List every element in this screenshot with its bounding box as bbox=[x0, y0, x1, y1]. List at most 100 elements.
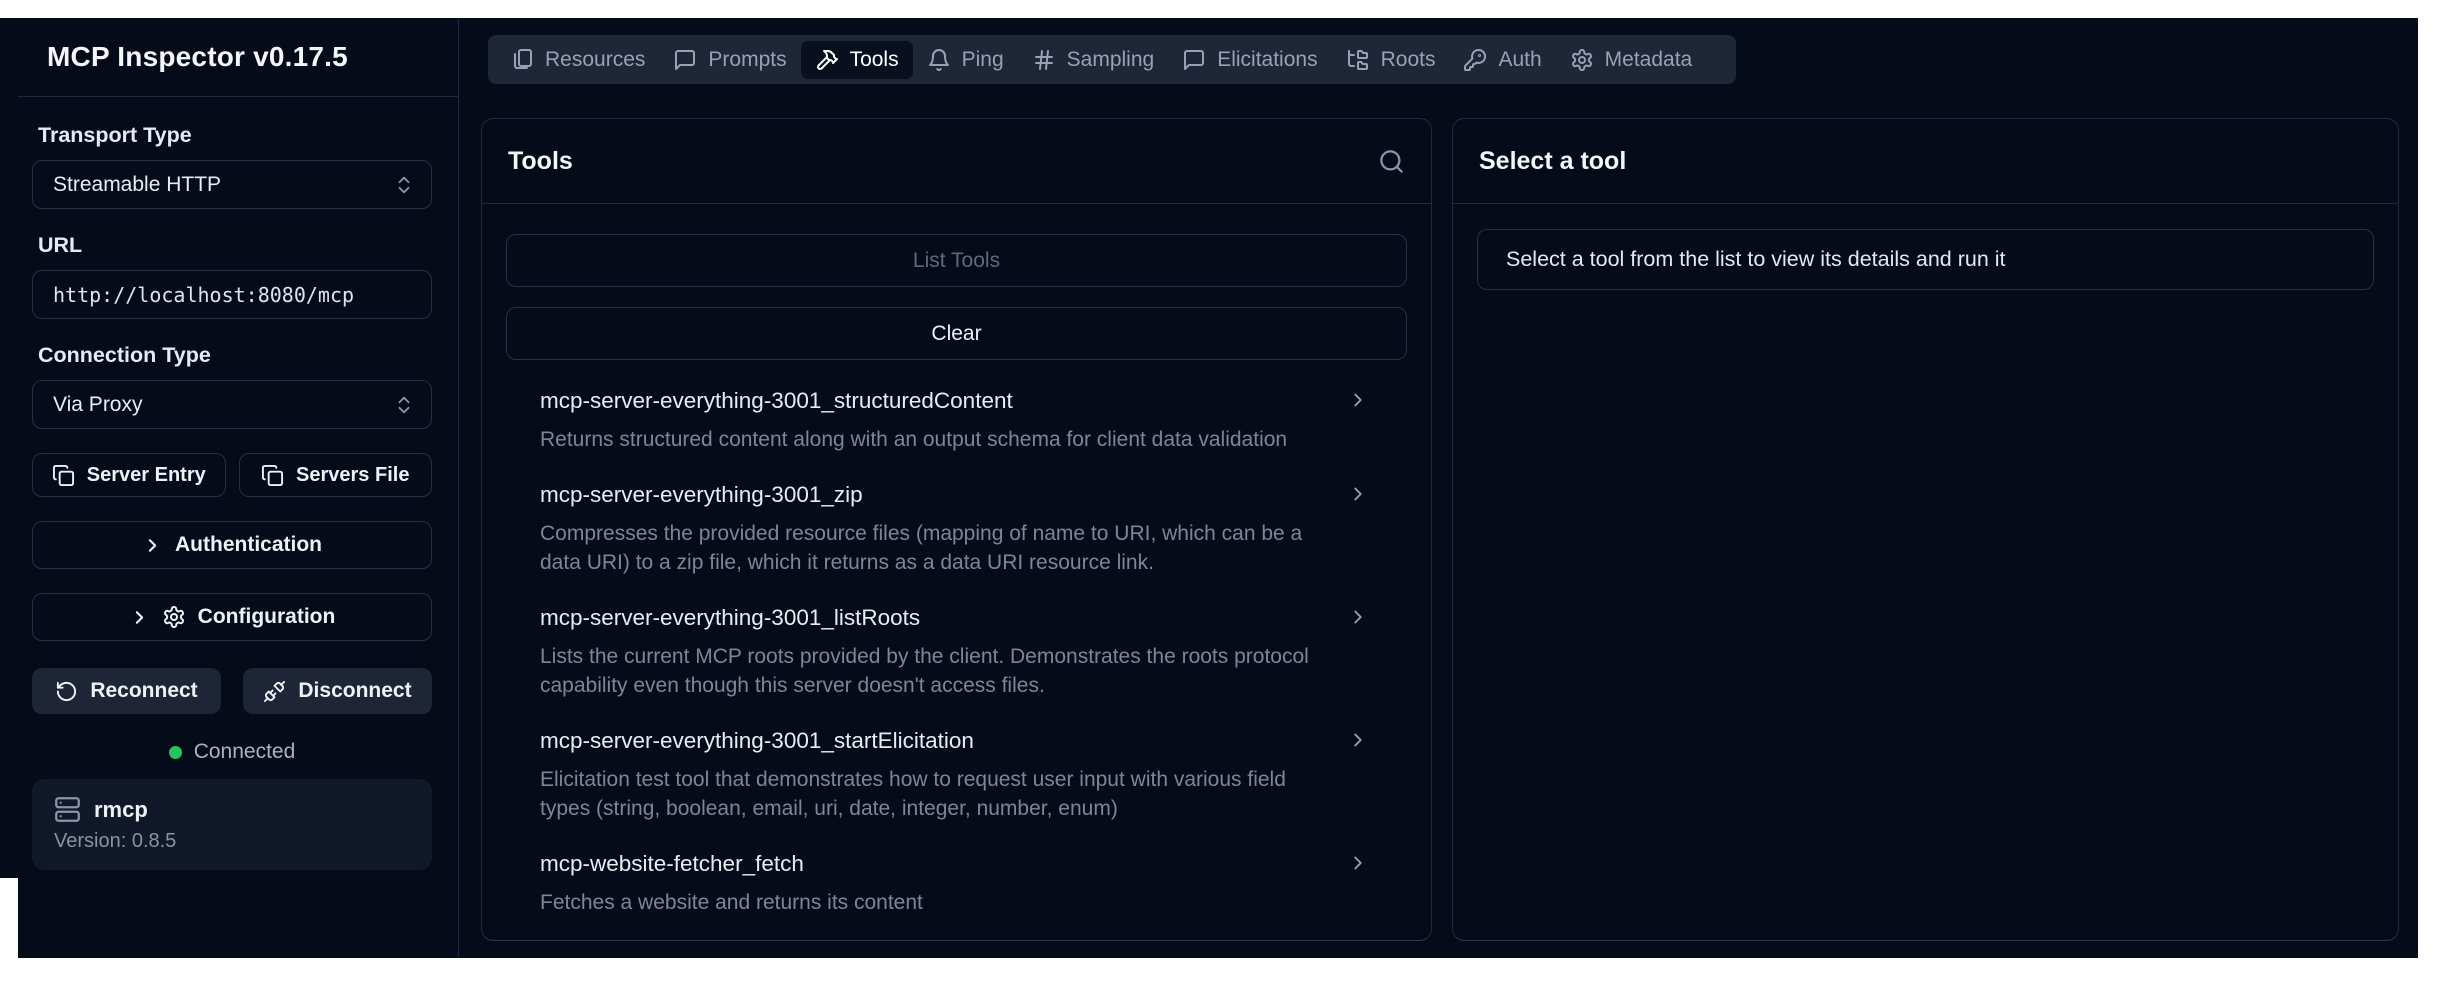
connection-buttons-row: Reconnect Disconnect bbox=[32, 668, 432, 714]
unplug-icon bbox=[263, 680, 286, 703]
app-window: MCP Inspector v0.17.5 Transport Type Str… bbox=[18, 18, 2418, 958]
tool-name: mcp-server-everything-3001_structuredCon… bbox=[540, 386, 1287, 416]
hammer-icon bbox=[815, 48, 839, 72]
tab-label: Ping bbox=[962, 48, 1004, 72]
transport-type-label: Transport Type bbox=[38, 123, 432, 148]
url-input[interactable]: http://localhost:8080/mcp bbox=[32, 270, 432, 319]
connection-type-value: Via Proxy bbox=[53, 393, 143, 417]
tool-detail-panel: Select a tool Select a tool from the lis… bbox=[1452, 118, 2399, 941]
tool-detail-body: Select a tool from the list to view its … bbox=[1453, 204, 2398, 315]
url-value: http://localhost:8080/mcp bbox=[53, 283, 354, 307]
tab-sampling[interactable]: Sampling bbox=[1018, 41, 1169, 79]
server-icon bbox=[54, 796, 81, 823]
tool-list-item[interactable]: mcp-server-everything-3001_listRoots List… bbox=[506, 577, 1407, 700]
sidebar-body: Transport Type Streamable HTTP URL http:… bbox=[18, 97, 458, 958]
search-icon[interactable] bbox=[1378, 148, 1405, 175]
server-entry-button[interactable]: Server Entry bbox=[32, 453, 226, 497]
connection-status: Connected bbox=[32, 740, 432, 764]
gear-icon bbox=[162, 605, 186, 629]
tool-list-item[interactable]: mcp-server-everything-3001_zipCompresses… bbox=[506, 454, 1407, 577]
status-text: Connected bbox=[194, 740, 296, 764]
tab-resources[interactable]: Resources bbox=[496, 41, 659, 79]
tab-label: Tools bbox=[850, 48, 899, 72]
tab-ping[interactable]: Ping bbox=[913, 41, 1018, 79]
chevrons-up-down-icon bbox=[393, 394, 415, 416]
disconnect-label: Disconnect bbox=[298, 679, 411, 703]
tool-description: Returns structured content along with an… bbox=[540, 425, 1287, 454]
tool-item-text: mcp-website-fetcher_fetchFetches a websi… bbox=[540, 849, 923, 917]
tool-name: mcp-server-everything-3001_zip bbox=[540, 480, 1340, 510]
window-edge bbox=[0, 18, 18, 878]
tab-bar: Resources Prompts Tools Ping Sampling Elicita… bbox=[488, 35, 1736, 84]
status-dot bbox=[169, 746, 182, 759]
folder-tree-icon bbox=[1346, 48, 1370, 72]
tool-name: mcp-server-everything-3001_startElicitat… bbox=[540, 726, 1340, 756]
url-label: URL bbox=[38, 233, 432, 258]
entry-buttons-row: Server Entry Servers File bbox=[32, 453, 432, 497]
transport-type-select[interactable]: Streamable HTTP bbox=[32, 160, 432, 209]
list-tools-button[interactable]: List Tools bbox=[506, 234, 1407, 287]
chevron-right-icon bbox=[129, 607, 150, 628]
tools-panel-header: Tools bbox=[482, 119, 1431, 204]
tool-detail-title: Select a tool bbox=[1479, 147, 1626, 176]
tool-name: mcp-server-everything-3001_listRoots bbox=[540, 603, 1340, 633]
servers-file-button[interactable]: Servers File bbox=[239, 453, 433, 497]
hash-icon bbox=[1032, 48, 1056, 72]
tab-metadata[interactable]: Metadata bbox=[1556, 41, 1707, 79]
disconnect-button[interactable]: Disconnect bbox=[243, 668, 432, 714]
connection-type-select[interactable]: Via Proxy bbox=[32, 380, 432, 429]
message-square-icon bbox=[673, 48, 697, 72]
tab-label: Resources bbox=[545, 48, 645, 72]
transport-type-value: Streamable HTTP bbox=[53, 173, 221, 197]
clear-button[interactable]: Clear bbox=[506, 307, 1407, 360]
message-square-icon bbox=[1182, 48, 1206, 72]
files-icon bbox=[510, 48, 534, 72]
tool-list-item[interactable]: mcp-server-everything-3001_structuredCon… bbox=[506, 360, 1407, 454]
tab-auth[interactable]: Auth bbox=[1449, 41, 1555, 79]
tab-tools[interactable]: Tools bbox=[801, 41, 913, 79]
copy-icon bbox=[261, 464, 284, 487]
tools-panel-body: List Tools Clear mcp-server-everything-3… bbox=[482, 204, 1431, 940]
tab-roots[interactable]: Roots bbox=[1332, 41, 1450, 79]
servers-file-label: Servers File bbox=[296, 464, 409, 487]
server-version: Version: 0.8.5 bbox=[54, 830, 410, 853]
tool-item-text: mcp-server-everything-3001_zipCompresses… bbox=[540, 480, 1340, 577]
tab-label: Roots bbox=[1381, 48, 1436, 72]
chevron-right-icon bbox=[142, 535, 163, 556]
tab-elicitations[interactable]: Elicitations bbox=[1168, 41, 1331, 79]
tab-label: Auth bbox=[1498, 48, 1541, 72]
tool-detail-placeholder: Select a tool from the list to view its … bbox=[1477, 229, 2374, 290]
authentication-label: Authentication bbox=[175, 533, 322, 557]
chevron-right-icon bbox=[1347, 483, 1369, 505]
key-icon bbox=[1463, 48, 1487, 72]
reconnect-label: Reconnect bbox=[90, 679, 197, 703]
rotate-ccw-icon bbox=[55, 680, 78, 703]
tool-item-text: mcp-server-everything-3001_startElicitat… bbox=[540, 726, 1340, 823]
main-area: Resources Prompts Tools Ping Sampling Elicita… bbox=[459, 18, 2418, 958]
reconnect-button[interactable]: Reconnect bbox=[32, 668, 221, 714]
tool-list-item[interactable]: mcp-server-everything-3001_startElicitat… bbox=[506, 700, 1407, 823]
server-entry-label: Server Entry bbox=[87, 464, 206, 487]
tools-panel: Tools List Tools Clear mcp-server-everyt… bbox=[481, 118, 1432, 941]
server-info-card: rmcp Version: 0.8.5 bbox=[32, 779, 432, 870]
tab-prompts[interactable]: Prompts bbox=[659, 41, 800, 79]
gear-icon bbox=[1570, 48, 1594, 72]
configuration-toggle[interactable]: Configuration bbox=[32, 593, 432, 641]
tool-item-text: mcp-server-everything-3001_listRoots List… bbox=[540, 603, 1340, 700]
chevron-right-icon bbox=[1347, 389, 1369, 411]
tools-panel-title: Tools bbox=[508, 147, 573, 176]
tab-label: Metadata bbox=[1605, 48, 1693, 72]
tool-detail-header: Select a tool bbox=[1453, 119, 2398, 204]
tool-description: Lists the current MCP roots provided by … bbox=[540, 642, 1340, 700]
content-cards: Tools List Tools Clear mcp-server-everyt… bbox=[481, 118, 2399, 941]
authentication-toggle[interactable]: Authentication bbox=[32, 521, 432, 569]
tab-label: Elicitations bbox=[1217, 48, 1317, 72]
chevrons-up-down-icon bbox=[393, 174, 415, 196]
tab-label: Sampling bbox=[1067, 48, 1155, 72]
server-name: rmcp bbox=[94, 797, 148, 823]
tool-list-item[interactable]: mcp-website-fetcher_fetchFetches a websi… bbox=[506, 823, 1407, 917]
tool-name: mcp-website-fetcher_fetch bbox=[540, 849, 923, 879]
chevron-right-icon bbox=[1347, 852, 1369, 874]
chevron-right-icon bbox=[1347, 606, 1369, 628]
tool-list: mcp-server-everything-3001_structuredCon… bbox=[506, 360, 1407, 917]
